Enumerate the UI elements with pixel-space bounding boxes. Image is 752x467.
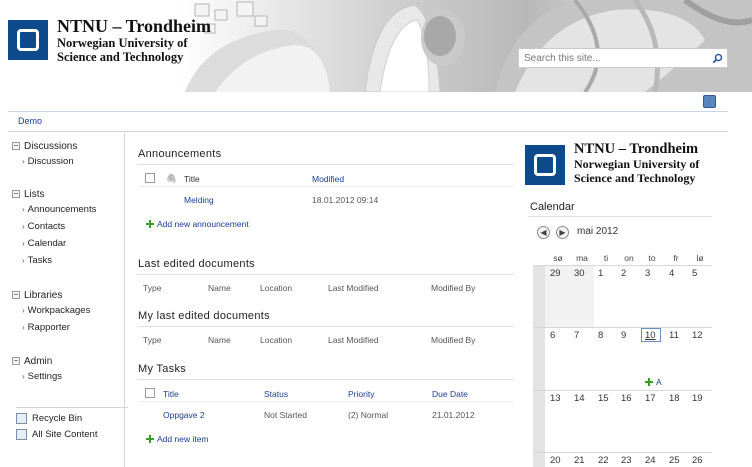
calendar-day[interactable]: 18 — [669, 393, 680, 404]
calendar-day[interactable]: 17 — [645, 393, 656, 404]
column-header-name: Name — [208, 283, 231, 293]
add-icon — [146, 220, 154, 228]
calendar-day[interactable]: 7 — [574, 330, 579, 341]
calendar-day[interactable]: 25 — [669, 455, 680, 466]
column-header-title[interactable]: Title — [163, 389, 179, 399]
calendar-title[interactable]: Calendar — [530, 201, 575, 213]
announcement-row-modified: 18.01.2012 09:14 — [312, 195, 379, 205]
day-of-week-header: to — [648, 253, 656, 263]
task-row-due-date: 21.01.2012 — [432, 410, 475, 420]
day-of-week-header: fr — [673, 253, 679, 263]
column-header-priority[interactable]: Priority — [348, 389, 374, 399]
day-of-week-header: sø — [553, 253, 563, 263]
calendar-day[interactable]: 13 — [550, 393, 561, 404]
my-tasks-title[interactable]: My Tasks — [138, 363, 186, 375]
calendar-day[interactable]: 22 — [598, 455, 609, 466]
my-last-edited-documents-title: My last edited documents — [138, 310, 270, 322]
day-of-week-header: ti — [603, 253, 609, 263]
calendar-grid-line — [533, 390, 712, 391]
calendar-day[interactable]: 15 — [598, 393, 609, 404]
calendar-grid-line — [533, 265, 712, 266]
add-icon — [645, 378, 653, 386]
add-new-announcement-link[interactable]: Add new announcement — [146, 219, 249, 229]
calendar-day[interactable]: 14 — [574, 393, 585, 404]
column-header-modified[interactable]: Modified — [312, 174, 344, 184]
calendar-day[interactable]: 19 — [692, 393, 703, 404]
column-header-location: Location — [260, 335, 293, 345]
column-header-status[interactable]: Status — [264, 389, 288, 399]
column-header-type: Type — [143, 335, 162, 345]
calendar-week-column — [533, 265, 545, 467]
column-header-modified-by: Modified By — [431, 335, 476, 345]
logo-line-2: Norwegian University of — [574, 157, 700, 171]
column-header-last-modified: Last Modified — [328, 283, 379, 293]
calendar-day[interactable]: 1 — [598, 268, 603, 279]
calendar-add-event-link[interactable]: A — [645, 377, 662, 387]
divider — [137, 274, 514, 275]
select-all-checkbox[interactable] — [145, 388, 155, 398]
calendar-day[interactable]: 21 — [574, 455, 585, 466]
calendar-day[interactable]: 29 — [550, 268, 561, 279]
calendar-day[interactable]: 2 — [621, 268, 626, 279]
task-row-priority: (2) Normal — [348, 410, 389, 420]
calendar-day[interactable]: 3 — [645, 268, 650, 279]
attachment-icon: 🖇 — [166, 173, 177, 183]
calendar-day[interactable]: 23 — [621, 455, 632, 466]
logo-line-1: NTNU – Trondheim — [574, 141, 699, 157]
calendar-day[interactable]: 6 — [550, 330, 555, 341]
divider — [137, 379, 514, 380]
column-header-type: Type — [143, 283, 162, 293]
calendar-month-label: mai 2012 — [577, 226, 619, 237]
announcements-title[interactable]: Announcements — [138, 148, 221, 160]
right-logo-text: NTNU – Trondheim Norwegian University of… — [574, 141, 700, 186]
next-month-button[interactable]: ▶ — [556, 226, 569, 239]
select-all-checkbox[interactable] — [145, 173, 155, 183]
previous-month-button[interactable]: ◀ — [537, 226, 550, 239]
calendar-day[interactable]: 16 — [621, 393, 632, 404]
divider — [137, 164, 514, 165]
task-row-title[interactable]: Oppgave 2 — [163, 410, 205, 420]
day-of-week-header: lø — [696, 253, 704, 263]
calendar-day[interactable]: 20 — [550, 455, 561, 466]
add-icon — [146, 435, 154, 443]
calendar-day[interactable]: 4 — [669, 268, 674, 279]
page: NTNU – Trondheim Norwegian University of… — [0, 0, 752, 467]
divider — [139, 186, 514, 187]
task-row-status: Not Started — [264, 410, 307, 420]
last-edited-documents-title: Last edited documents — [138, 258, 255, 270]
column-header-location: Location — [260, 283, 293, 293]
divider — [528, 216, 712, 217]
calendar-day-today[interactable]: 10 — [645, 330, 656, 341]
calendar-grid-line — [533, 327, 712, 328]
column-header-due-date[interactable]: Due Date — [432, 389, 468, 399]
main-content: Announcements 🖇 Title Modified Melding 1… — [0, 0, 752, 467]
day-of-week-header: ma — [576, 253, 588, 263]
add-link-label: Add new announcement — [157, 219, 249, 229]
calendar-day[interactable]: 5 — [692, 268, 697, 279]
calendar-grid-line — [533, 452, 712, 453]
add-link-label: Add new item — [157, 434, 209, 444]
announcement-row-title[interactable]: Melding — [184, 195, 214, 205]
column-header-title[interactable]: Title — [184, 174, 200, 184]
divider — [137, 326, 514, 327]
day-of-week-header: on — [624, 253, 634, 263]
column-header-modified-by: Modified By — [431, 283, 476, 293]
divider — [139, 401, 514, 402]
column-header-name: Name — [208, 335, 231, 345]
calendar-day[interactable]: 12 — [692, 330, 703, 341]
calendar-day[interactable]: 30 — [574, 268, 585, 279]
logo-line-3: Science and Technology — [574, 171, 696, 185]
calendar-day[interactable]: 24 — [645, 455, 656, 466]
ntnu-logo-icon — [525, 145, 565, 185]
add-new-item-link[interactable]: Add new item — [146, 434, 209, 444]
add-event-label: A — [656, 377, 662, 387]
column-header-last-modified: Last Modified — [328, 335, 379, 345]
calendar-day[interactable]: 8 — [598, 330, 603, 341]
calendar-day[interactable]: 26 — [692, 455, 703, 466]
calendar-day[interactable]: 11 — [669, 330, 679, 341]
calendar-day[interactable]: 9 — [621, 330, 626, 341]
